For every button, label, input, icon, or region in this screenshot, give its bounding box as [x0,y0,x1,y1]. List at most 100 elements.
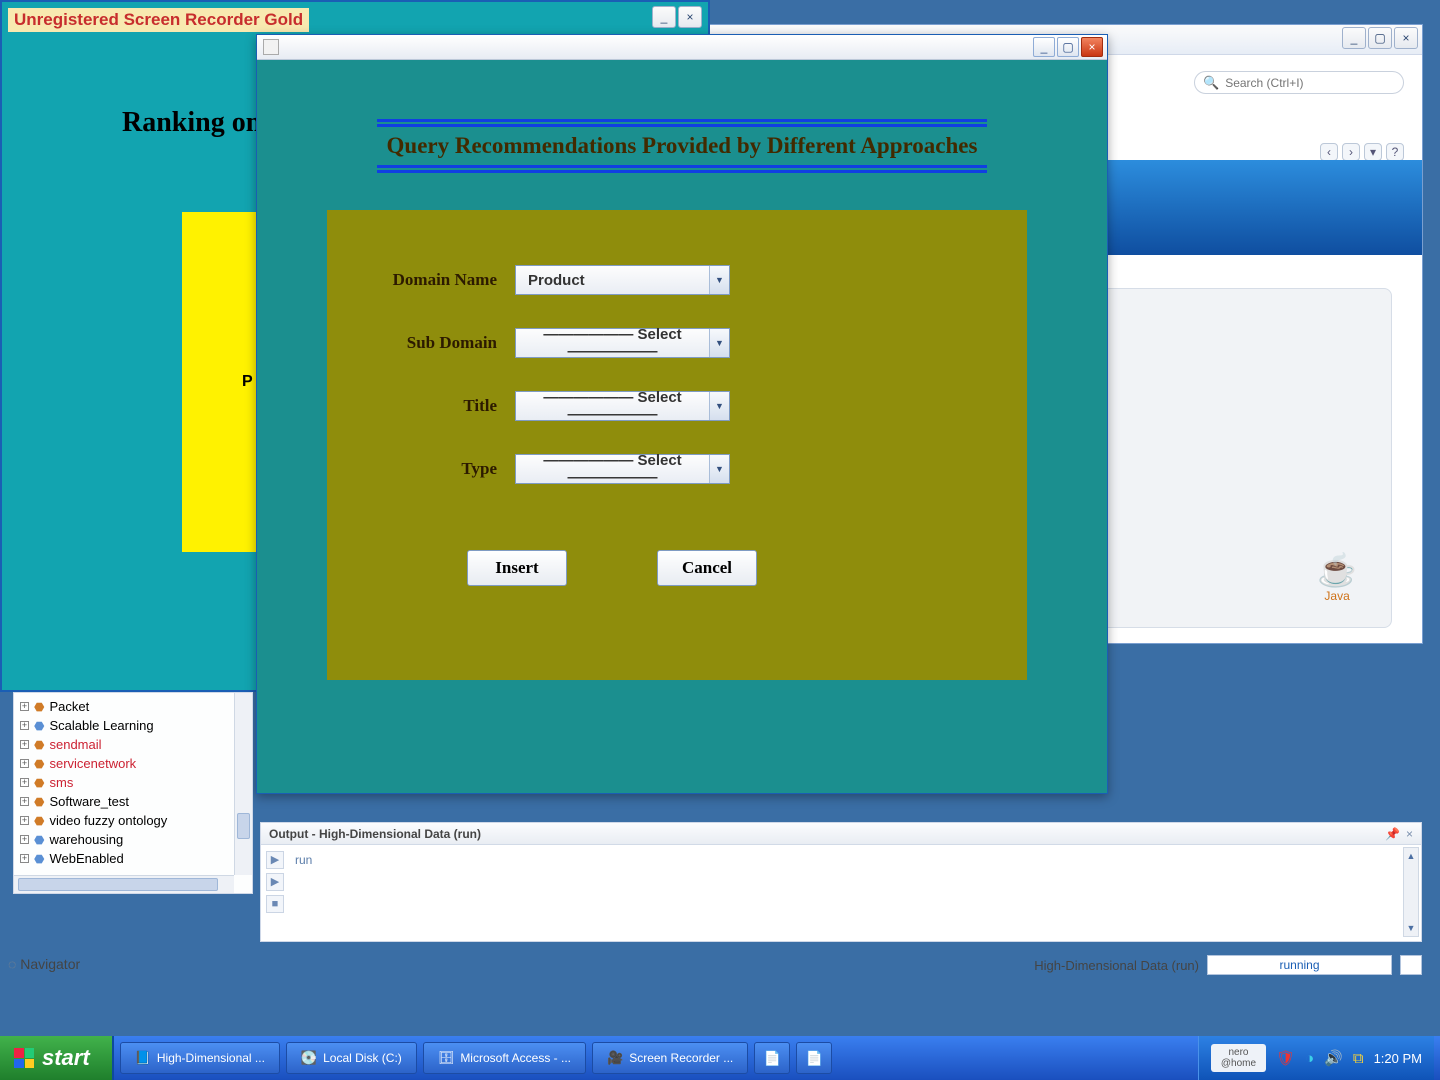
tray-nero-pill[interactable]: nero @home [1211,1044,1266,1072]
expand-icon[interactable]: + [20,778,29,787]
taskbar-item[interactable]: 📘High-Dimensional ... [120,1042,280,1074]
tree-item-label: video fuzzy ontology [49,813,167,828]
cancel-button[interactable]: Cancel [657,550,757,586]
expand-icon[interactable]: + [20,835,29,844]
pager-help-icon[interactable]: ? [1386,143,1404,161]
taskbar-doc-icon[interactable]: 📄 [796,1042,832,1074]
row-type: Type —————— Select —————— ▼ [367,454,730,484]
tree-item-label: Packet [49,699,89,714]
expand-icon[interactable]: + [20,759,29,768]
ide-pager: ‹ › ▾ ? [1320,143,1404,161]
chevron-down-icon[interactable]: ▼ [709,266,729,294]
navigator-tab[interactable]: Navigator [8,956,80,972]
tree-scrollbar-horizontal[interactable] [14,875,234,893]
form-panel: Domain Name Product ▼ Sub Domain —————— … [327,210,1027,680]
pager-menu-icon[interactable]: ▾ [1364,143,1382,161]
tree-item[interactable]: +⬣sms [20,773,246,792]
start-button[interactable]: start [0,1036,114,1080]
output-body: run [289,849,1403,937]
volume-icon[interactable]: 🔊 [1324,1049,1343,1067]
form-buttons: Insert Cancel [467,550,757,586]
taskbar-app-icon: 🗄 [438,1050,455,1066]
close-icon[interactable]: × [1406,827,1413,841]
java-logo-label: Java [1317,589,1357,603]
page-title: Ranking on [122,107,261,139]
tree-item[interactable]: + ⬣ warehousing [20,830,246,849]
pager-next-icon[interactable]: › [1342,143,1360,161]
select-type[interactable]: —————— Select —————— ▼ [515,454,730,484]
tree-item[interactable]: +⬣Software_test [20,792,246,811]
system-tray[interactable]: nero @home 🛡 ◑ 🔊 ⧉ 1:20 PM [1198,1036,1434,1080]
scroll-up-icon[interactable]: ▲ [1404,848,1418,864]
ide-minimize-button[interactable]: _ [1342,27,1366,49]
taskbar-app-icon: 💽 [301,1050,317,1066]
stop-icon[interactable]: ■ [266,895,284,913]
browser-yellow-label: P [242,373,253,391]
shield-icon[interactable]: 🛡 [1276,1049,1295,1067]
expand-icon[interactable]: + [20,721,29,730]
dialog-close-button[interactable]: × [1081,37,1103,57]
expand-icon[interactable]: + [20,740,29,749]
taskbar: start 📘High-Dimensional ...💽Local Disk (… [0,1036,1440,1080]
tree-item[interactable]: +⬣WebEnabled [20,849,246,868]
windows-logo-icon [14,1048,34,1068]
java-logo: ☕ Java [1317,551,1357,603]
expand-icon[interactable]: + [20,797,29,806]
pager-prev-icon[interactable]: ‹ [1320,143,1338,161]
pin-icon[interactable]: 📌 [1385,827,1400,841]
select-type-value: —————— Select —————— [516,452,709,486]
status-spinner [1400,955,1422,975]
chevron-down-icon[interactable]: ▼ [709,455,729,483]
taskbar-item[interactable]: 🗄Microsoft Access - ... [423,1042,586,1074]
scroll-thumb[interactable] [18,878,218,891]
select-title[interactable]: —————— Select —————— ▼ [515,391,730,421]
run-icon[interactable]: ▶ [266,851,284,869]
browser-close-button[interactable]: × [678,6,702,28]
taskbar-doc-icon[interactable]: 📄 [754,1042,790,1074]
tree-item[interactable]: +⬣sendmail [20,735,246,754]
expand-icon[interactable]: + [20,854,29,863]
label-title: Title [367,396,497,416]
project-tree[interactable]: +⬣Packet+⬣Scalable Learning+⬣sendmail+⬣s… [13,692,253,894]
row-subdomain: Sub Domain —————— Select —————— ▼ [367,328,730,358]
browser-minimize-button[interactable]: _ [652,6,676,28]
network-icon[interactable]: ⧉ [1353,1050,1364,1067]
dialog-maximize-button[interactable]: ▢ [1057,37,1079,57]
tree-item-label: sms [49,775,73,790]
label-subdomain: Sub Domain [367,333,497,353]
tray-clock[interactable]: 1:20 PM [1374,1051,1422,1066]
tree-item[interactable]: +⬣Packet [20,697,246,716]
output-panel: Output - High-Dimensional Data (run) 📌 ×… [260,822,1422,942]
dialog-titlebar[interactable]: _ ▢ × [257,35,1107,60]
taskbar-item[interactable]: 💽Local Disk (C:) [286,1042,417,1074]
tree-item[interactable]: +⬣Scalable Learning [20,716,246,735]
tree-item[interactable]: +⬣servicenetwork [20,754,246,773]
dialog-minimize-button[interactable]: _ [1033,37,1055,57]
tree-item-label: warehousing [49,832,123,847]
scroll-thumb[interactable] [237,813,250,839]
taskbar-item[interactable]: 🎥Screen Recorder ... [592,1042,748,1074]
folder-icon: ⬣ [34,795,44,809]
scroll-down-icon[interactable]: ▼ [1404,920,1418,936]
expand-icon[interactable]: + [20,702,29,711]
ide-maximize-button[interactable]: ▢ [1368,27,1392,49]
ide-search-input[interactable] [1225,76,1395,90]
expand-icon[interactable]: + [20,816,29,825]
select-domain[interactable]: Product ▼ [515,265,730,295]
taskbar-item-label: High-Dimensional ... [157,1051,265,1065]
tray-icon[interactable]: ◑ [1305,1050,1314,1067]
folder-icon: ⬣ [34,833,44,847]
ide-close-button[interactable]: × [1394,27,1418,49]
tree-scrollbar-vertical[interactable] [234,693,252,875]
tree-item[interactable]: +⬣video fuzzy ontology [20,811,246,830]
select-subdomain[interactable]: —————— Select —————— ▼ [515,328,730,358]
insert-button[interactable]: Insert [467,550,567,586]
run-icon[interactable]: ▶ [266,873,284,891]
output-scrollbar[interactable]: ▲ ▼ [1403,847,1419,937]
chevron-down-icon[interactable]: ▼ [709,392,729,420]
output-header[interactable]: Output - High-Dimensional Data (run) 📌 × [261,823,1421,845]
browser-recorder-overlay: Unregistered Screen Recorder Gold [8,8,309,32]
ide-search-box[interactable]: 🔍 [1194,71,1404,94]
java-cup-icon: ☕ [1317,551,1357,589]
chevron-down-icon[interactable]: ▼ [709,329,729,357]
